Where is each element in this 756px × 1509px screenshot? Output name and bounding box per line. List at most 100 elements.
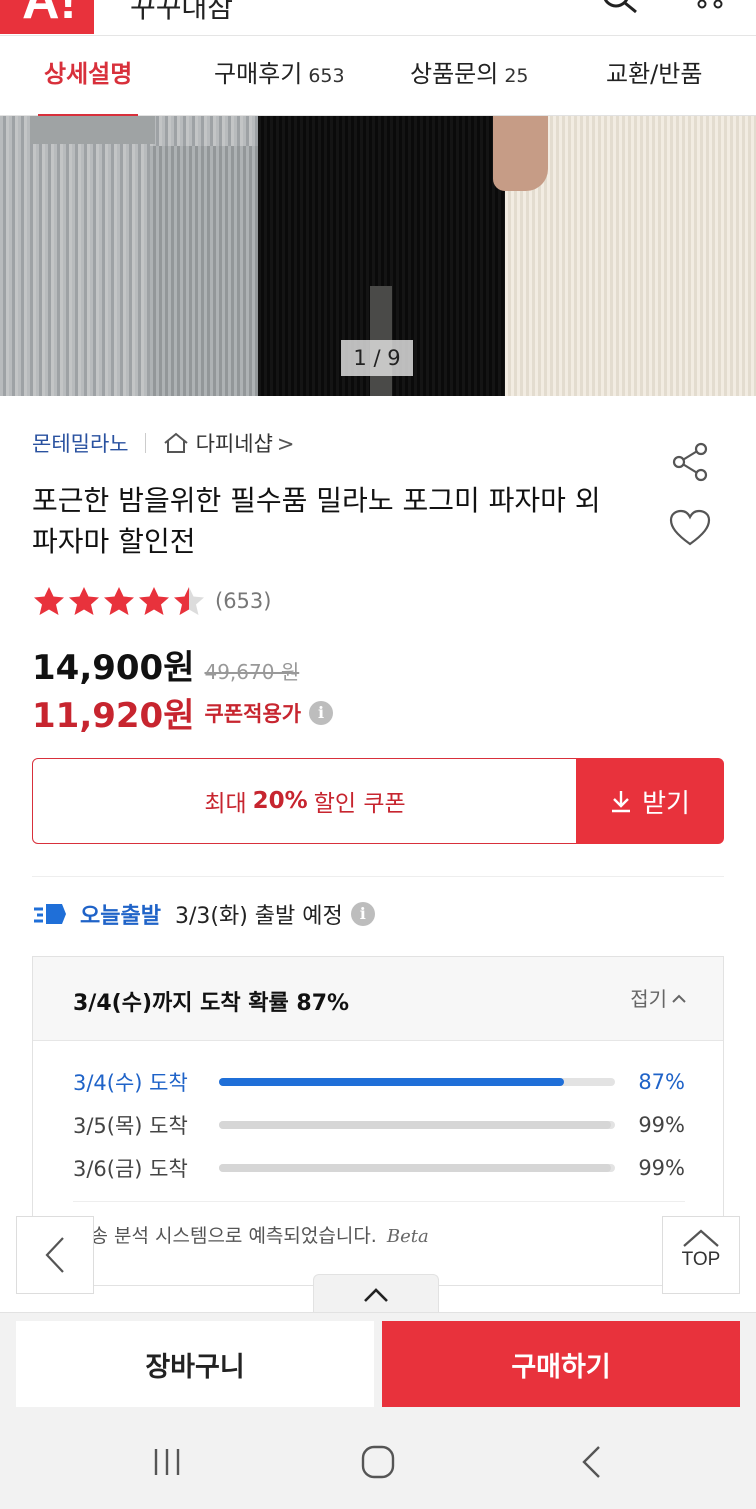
- chevron-left-icon: [45, 1237, 64, 1273]
- tab-qna[interactable]: 상품문의 25: [410, 36, 529, 116]
- scroll-top-label: TOP: [681, 1249, 721, 1270]
- rating-count: (653): [215, 589, 272, 613]
- tab-label: 상세설명: [44, 60, 133, 88]
- collapse-button[interactable]: 접기: [630, 983, 687, 1012]
- heart-icon[interactable]: [668, 508, 712, 548]
- arrival-row: 3/5(목) 도착 99%: [73, 1110, 685, 1140]
- coupon-price-row: 11,920원 쿠폰적용가 i: [32, 688, 334, 737]
- product-photo-hand: [493, 116, 548, 191]
- tab-reviews[interactable]: 구매후기 653: [214, 36, 345, 116]
- probability-bar: [219, 1164, 615, 1172]
- system-nav-bar: [0, 1414, 756, 1509]
- top-header: A! 꾸꾸대잠: [0, 0, 756, 36]
- header-title: 꾸꾸대잠: [130, 0, 234, 24]
- brand-name[interactable]: 몬테밀라노: [32, 428, 129, 458]
- home-button[interactable]: [353, 1442, 403, 1482]
- cart-icon[interactable]: [690, 0, 730, 20]
- arrival-row: 3/4(수) 도착 87%: [73, 1067, 685, 1097]
- shop-link[interactable]: 다피네샵 >: [196, 428, 295, 458]
- app-logo[interactable]: A!: [0, 0, 94, 34]
- coupon-price: 11,920원: [32, 696, 195, 736]
- arrival-note: 배송 분석 시스템으로 예측되었습니다. Beta: [73, 1221, 429, 1248]
- star-icon: [34, 587, 64, 615]
- beta-badge: Beta: [386, 1226, 429, 1247]
- probability-bar-fill: [219, 1164, 612, 1172]
- info-icon[interactable]: i: [350, 902, 375, 926]
- price-row: 14,900원 49,670 원: [32, 640, 299, 689]
- star-rating: [32, 585, 207, 617]
- coupon-prefix: 최대: [204, 791, 247, 817]
- probability-percent: 87%: [638, 1070, 685, 1094]
- divider: [73, 1201, 685, 1202]
- divider: [144, 433, 146, 453]
- scroll-top-button[interactable]: TOP: [662, 1216, 740, 1294]
- tab-label: 구매후기: [214, 60, 303, 88]
- download-icon: [612, 791, 631, 813]
- probability-percent: 99%: [638, 1113, 685, 1137]
- recent-apps-icon: [154, 1449, 180, 1475]
- shipping-row: 오늘출발 3/3(화) 출발 예정 i: [32, 898, 375, 930]
- back-icon: [582, 1446, 600, 1478]
- arrival-title: 3/4(수)까지 도착 확률 87%: [73, 991, 350, 1016]
- shipping-label: 오늘출발: [80, 904, 161, 929]
- coupon-suffix: 할인 쿠폰: [313, 791, 406, 817]
- brand-row: 몬테밀라노 다피네샵 >: [32, 428, 295, 458]
- rating-stars[interactable]: (653): [32, 585, 271, 617]
- tab-count: 25: [504, 65, 529, 87]
- tab-label: 교환/반품: [606, 60, 703, 88]
- coupon-banner[interactable]: 최대 20% 할인 쿠폰: [32, 758, 578, 844]
- probability-percent: 99%: [638, 1156, 685, 1180]
- star-icon: [174, 587, 204, 615]
- arrival-header: 3/4(수)까지 도착 확률 87% 접기: [33, 957, 723, 1041]
- product-photo-grey-pants-leg: [150, 146, 260, 396]
- arrival-date-label: 3/6(금) 도착: [73, 1157, 188, 1181]
- home-icon: [163, 432, 188, 453]
- info-icon[interactable]: i: [309, 700, 334, 725]
- probability-bar-fill: [219, 1078, 564, 1086]
- probability-bar: [219, 1121, 615, 1129]
- chevron-right-icon: >: [276, 432, 295, 456]
- fast-delivery-icon: [34, 904, 66, 924]
- probability-bar-fill: [219, 1121, 612, 1129]
- tab-description[interactable]: 상세설명: [37, 36, 139, 117]
- recent-apps-button[interactable]: [142, 1442, 192, 1482]
- probability-bar: [219, 1078, 615, 1086]
- chevron-up-icon: [683, 1229, 719, 1247]
- chevron-up-icon: [364, 1287, 388, 1302]
- star-icon: [69, 587, 99, 615]
- search-icon[interactable]: [600, 0, 640, 18]
- star-icon: [139, 587, 169, 615]
- star-icon: [104, 587, 134, 615]
- collapse-label: 접기: [630, 987, 667, 1011]
- shipping-date: 3/3(화) 출발 예정: [174, 904, 343, 929]
- arrival-probability-panel: 3/4(수)까지 도착 확률 87% 접기 3/4(수) 도착 87% 3/5(…: [32, 956, 724, 1286]
- coupon-price-label: 쿠폰적용가: [204, 701, 302, 726]
- sale-price: 14,900원: [32, 648, 195, 688]
- shop-name: 다피네샵: [195, 432, 273, 456]
- coupon-button-label: 받기: [642, 788, 690, 819]
- divider: [32, 876, 724, 877]
- arrival-date-label: 3/5(목) 도착: [73, 1114, 188, 1138]
- previous-button[interactable]: [16, 1216, 94, 1294]
- arrival-row: 3/6(금) 도착 99%: [73, 1153, 685, 1183]
- chevron-up-icon: [672, 994, 686, 1003]
- tab-label: 상품문의: [410, 60, 499, 88]
- tab-count: 653: [308, 65, 345, 87]
- product-title: 포근한 밤을위한 필수품 밀라노 포그미 파자마 외 파자마 할인전: [32, 484, 601, 558]
- coupon-download-button[interactable]: 받기: [576, 758, 724, 844]
- arrival-note-text: 배송 분석 시스템으로 예측되었습니다.: [73, 1225, 377, 1247]
- detail-tabs: 상세설명 구매후기 653 상품문의 25 교환/반품: [0, 36, 756, 117]
- home-circle-icon: [361, 1445, 395, 1479]
- buy-now-button[interactable]: 구매하기: [382, 1321, 740, 1407]
- back-button[interactable]: [566, 1442, 616, 1482]
- product-photo-grey-shirt: [30, 116, 155, 144]
- gallery-counter: 1 / 9: [341, 340, 413, 376]
- purchase-bar: 장바구니 구매하기: [0, 1312, 756, 1414]
- tab-exchange-return[interactable]: 교환/반품: [606, 36, 702, 116]
- option-sheet-handle[interactable]: [313, 1274, 439, 1314]
- coupon-rate: 20%: [252, 788, 308, 814]
- add-to-cart-button[interactable]: 장바구니: [16, 1321, 374, 1407]
- original-price: 49,670 원: [204, 660, 300, 684]
- share-icon[interactable]: [668, 440, 712, 484]
- arrival-date-label: 3/4(수) 도착: [73, 1071, 188, 1095]
